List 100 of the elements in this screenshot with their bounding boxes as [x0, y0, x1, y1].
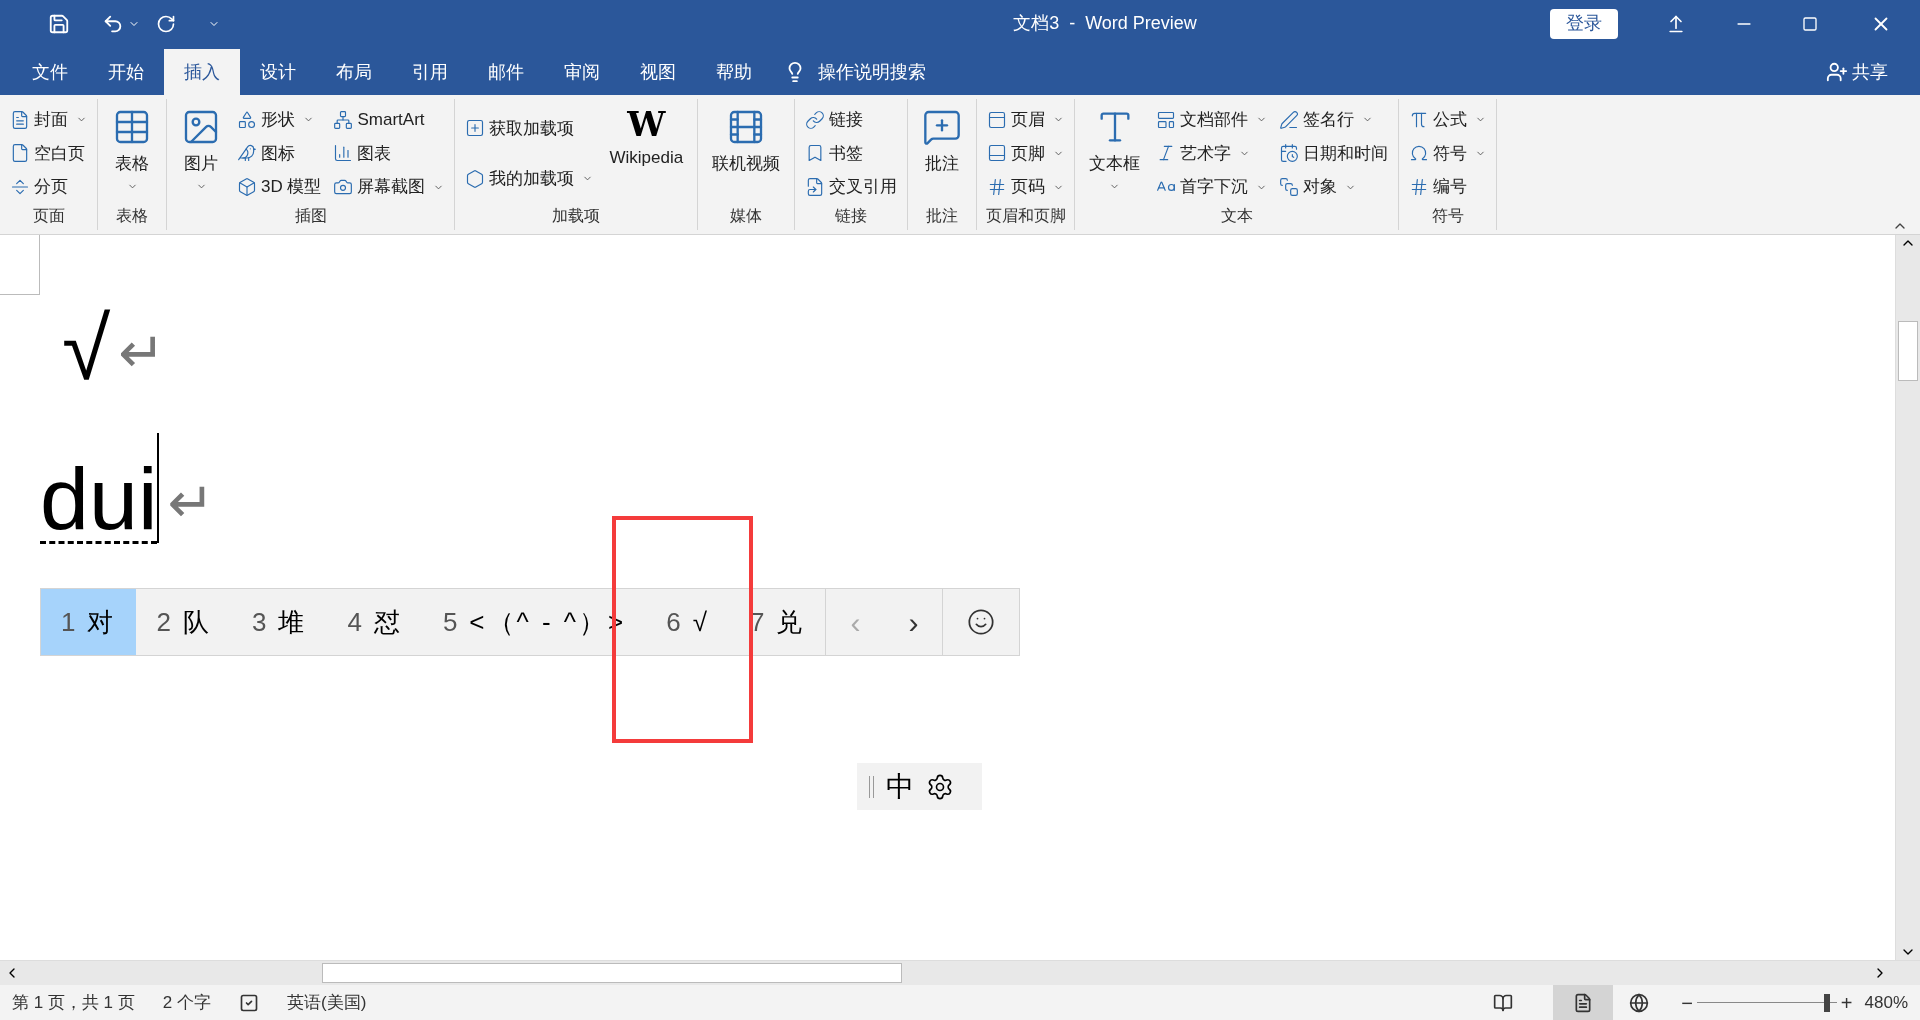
ribbon-button[interactable]: 首字下沉 — [1154, 171, 1270, 204]
scroll-thumb[interactable] — [322, 963, 902, 983]
web-layout-icon[interactable] — [1629, 992, 1650, 1013]
redo-icon[interactable] — [156, 13, 176, 34]
ribbon-button[interactable]: 分页 — [8, 171, 89, 204]
ribbon-button[interactable]: 3D 模型 — [235, 171, 324, 204]
ribbon-tab[interactable]: 引用 — [392, 49, 468, 95]
ribbon-tab[interactable]: 开始 — [88, 49, 164, 95]
quick-parts-icon — [1156, 109, 1177, 130]
ribbon-button[interactable]: 链接 — [803, 103, 900, 136]
ribbon-button[interactable]: 对象 — [1277, 171, 1391, 204]
zoom-in-button[interactable]: + — [1840, 987, 1853, 1018]
ribbon-tab[interactable]: 文件 — [12, 49, 88, 95]
ribbon-tab[interactable]: 邮件 — [468, 49, 544, 95]
group-label: 页眉和页脚 — [985, 206, 1067, 226]
next-page-button[interactable]: › — [884, 589, 943, 655]
ribbon-large-button[interactable]: 批注 — [916, 103, 969, 204]
ribbon-tab[interactable]: 设计 — [240, 49, 316, 95]
settings-icon[interactable] — [926, 772, 954, 801]
bird-icon — [237, 143, 257, 164]
ribbon-tab[interactable]: 视图 — [620, 49, 696, 95]
ribbon-button[interactable]: 空白页 — [8, 137, 89, 170]
ribbon-tab[interactable]: 插入 — [164, 49, 240, 95]
ribbon-button[interactable]: 页码 — [985, 171, 1067, 204]
diagram-icon — [333, 109, 354, 130]
signature-icon — [1279, 109, 1300, 130]
ribbon-button[interactable]: 书签 — [803, 137, 900, 170]
group-label: 符号 — [1430, 206, 1465, 226]
candidate-item[interactable]: 3 堆 — [231, 589, 328, 655]
object-icon — [1279, 177, 1300, 198]
restore-icon[interactable] — [1802, 15, 1818, 32]
ribbon-large-button[interactable]: 表格 — [106, 103, 158, 204]
input-mode-toggle[interactable]: 中 — [886, 765, 914, 808]
read-mode-icon[interactable] — [1493, 992, 1514, 1013]
ribbon-button[interactable]: 页脚 — [985, 137, 1067, 170]
ribbon-display-icon[interactable] — [1666, 13, 1686, 34]
ribbon-large-button[interactable]: 联机视频 — [706, 103, 787, 204]
ribbon-button[interactable]: 公式 — [1407, 103, 1489, 136]
ribbon-tab[interactable]: 布局 — [316, 49, 392, 95]
document-text: dui — [40, 455, 158, 543]
language-indicator[interactable]: 英语(美国) — [287, 989, 367, 1016]
share-icon[interactable] — [1826, 61, 1848, 83]
ribbon-button[interactable]: 封面 — [8, 103, 89, 136]
ribbon-large-button[interactable]: W Wikipedia — [603, 103, 690, 204]
ribbon-button[interactable]: 艺术字 — [1154, 137, 1270, 170]
page-corner-mark — [0, 235, 40, 295]
candidate-item[interactable]: 4 怼 — [327, 589, 423, 655]
candidate-item[interactable]: 2 队 — [136, 589, 232, 655]
zoom-out-button[interactable]: − — [1681, 987, 1693, 1018]
word-count[interactable]: 2 个字 — [162, 989, 211, 1016]
paragraph-mark: ↵ — [167, 475, 215, 531]
ribbon-button[interactable]: 签名行 — [1277, 103, 1391, 136]
horizontal-scrollbar[interactable] — [0, 960, 1920, 985]
calendar-icon — [1279, 143, 1300, 164]
ribbon-button[interactable]: 图表 — [331, 137, 447, 170]
ribbon-button[interactable]: 符号 — [1407, 137, 1489, 170]
ribbon-button[interactable]: 获取加载项 — [463, 112, 596, 145]
sign-in-button[interactable]: 登录 — [1550, 8, 1618, 39]
group-label: 加载项 — [551, 206, 602, 226]
window-title: 文档3 - Word Preview — [1013, 12, 1197, 35]
ribbon-button[interactable]: 形状 — [235, 103, 324, 136]
ribbon-button[interactable]: 日期和时间 — [1277, 137, 1391, 170]
tell-me-search[interactable]: 操作说明搜索 — [818, 58, 926, 86]
ribbon-tab[interactable]: 帮助 — [696, 49, 772, 95]
scroll-thumb[interactable] — [1898, 321, 1918, 381]
candidate-item[interactable]: 6 √ — [646, 589, 730, 655]
ribbon-button[interactable]: 我的加载项 — [463, 162, 596, 195]
grid-plus-icon — [465, 118, 486, 139]
paragraph-mark: ↵ — [118, 325, 166, 381]
ribbon-button[interactable]: 交叉引用 — [803, 171, 900, 204]
proofing-icon[interactable] — [239, 992, 259, 1013]
ribbon-button[interactable]: 页眉 — [985, 103, 1067, 136]
link-icon — [805, 109, 826, 130]
page-icon — [1573, 992, 1594, 1013]
zoom-slider[interactable] — [1696, 992, 1837, 1013]
document-text: √ — [62, 305, 111, 393]
candidate-item[interactable]: 1 对 — [41, 589, 137, 655]
save-icon[interactable] — [48, 12, 70, 35]
group-label: 链接 — [834, 206, 869, 226]
print-layout-button[interactable] — [1553, 985, 1614, 1020]
vertical-scrollbar[interactable] — [1895, 235, 1920, 960]
page-count[interactable]: 第 1 页，共 1 页 — [12, 989, 135, 1016]
group-label: 媒体 — [729, 206, 764, 226]
group-label: 批注 — [925, 206, 960, 226]
group-label: 表格 — [115, 206, 149, 226]
blank-page-icon — [10, 143, 30, 164]
header-icon — [987, 109, 1008, 130]
ribbon-button[interactable]: SmartArt — [331, 103, 447, 136]
ribbon-button[interactable]: 屏幕截图 — [331, 171, 447, 204]
ribbon-button[interactable]: 文档部件 — [1154, 103, 1270, 136]
ribbon-large-button[interactable]: 文本框 — [1083, 103, 1147, 204]
ribbon-large-button[interactable]: 图片 — [175, 103, 227, 204]
share-button[interactable]: 共享 — [1852, 58, 1888, 86]
group-label: 插图 — [293, 206, 328, 226]
drag-handle-icon[interactable] — [869, 775, 874, 798]
ribbon-tab[interactable]: 审阅 — [544, 49, 620, 95]
emoji-icon[interactable] — [967, 608, 996, 636]
zoom-level[interactable]: 480% — [1864, 989, 1908, 1016]
ribbon-button[interactable]: 图标 — [235, 137, 324, 170]
ribbon-button[interactable]: 编号 — [1407, 171, 1489, 204]
